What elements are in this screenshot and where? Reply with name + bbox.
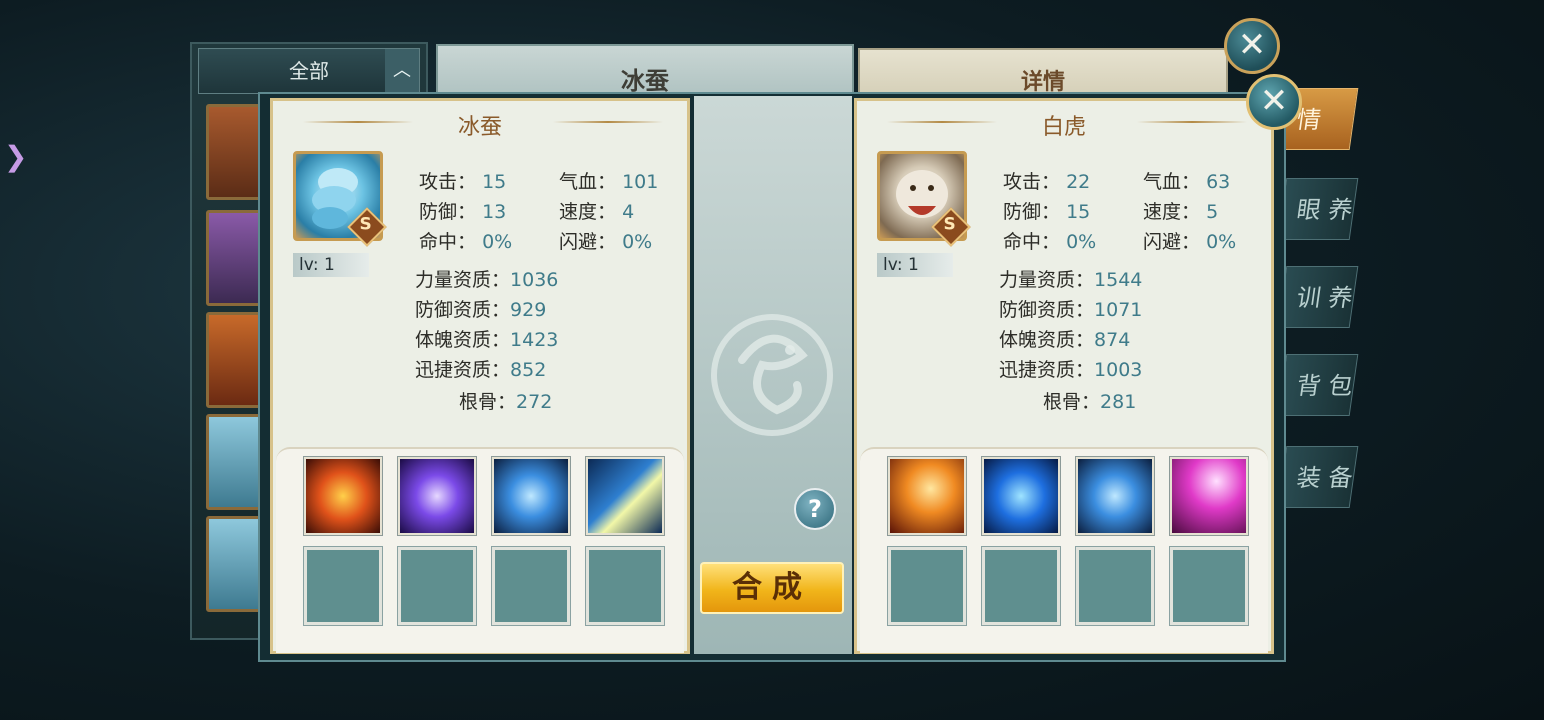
tab-train[interactable]: 训 养 bbox=[1277, 266, 1359, 328]
background-close-button[interactable]: ✕ bbox=[1224, 18, 1280, 74]
left-skill-grid bbox=[276, 447, 684, 653]
empty-skill-slot[interactable] bbox=[1169, 546, 1249, 626]
fire-swirl-skill-icon[interactable] bbox=[303, 456, 383, 536]
stat-speed: 速度： 5 bbox=[1143, 201, 1219, 223]
stat-root-bone: 根骨：281 bbox=[1043, 391, 1137, 413]
combine-label: 合成 bbox=[732, 570, 812, 605]
expand-arrow-icon[interactable]: ❯ bbox=[4, 140, 27, 173]
stat-strength-aptitude: 力量资质：1544 bbox=[999, 269, 1143, 291]
empty-skill-slot[interactable] bbox=[397, 546, 477, 626]
rank-text: S bbox=[359, 214, 372, 235]
right-pet-level: lv: 1 bbox=[877, 253, 953, 277]
water-heart-skill-icon[interactable] bbox=[491, 456, 571, 536]
list-pet-slot[interactable] bbox=[206, 414, 264, 510]
help-button[interactable]: ? bbox=[794, 488, 836, 530]
close-button[interactable]: ✕ bbox=[1246, 74, 1302, 130]
blue-beast-skill-icon[interactable] bbox=[981, 456, 1061, 536]
empty-skill-slot[interactable] bbox=[1075, 546, 1155, 626]
chevron-up-icon[interactable]: ︿ bbox=[385, 49, 419, 93]
question-icon: ? bbox=[808, 495, 822, 523]
background-title-text: 冰蚕 bbox=[621, 67, 669, 95]
stat-speed: 速度： 4 bbox=[559, 201, 635, 223]
stat-strength-aptitude: 力量资质：1036 bbox=[415, 269, 559, 291]
rank-text: S bbox=[943, 214, 956, 235]
stat-constitution-aptitude: 体魄资质：874 bbox=[999, 329, 1131, 351]
stat-defense-aptitude: 防御资质：929 bbox=[415, 299, 547, 321]
stat-root-bone: 根骨：272 bbox=[459, 391, 553, 413]
dragon-emblem-icon bbox=[711, 314, 833, 436]
stat-attack: 攻击： 15 bbox=[419, 171, 507, 193]
stat-agility-aptitude: 迅捷资质：1003 bbox=[999, 359, 1143, 381]
empty-skill-slot[interactable] bbox=[303, 546, 383, 626]
tab-bag-label: 背 包 bbox=[1294, 372, 1355, 400]
moon-lightning-skill-icon[interactable] bbox=[585, 456, 665, 536]
stat-dodge: 闪避： 0% bbox=[1143, 231, 1237, 253]
list-pet-slot[interactable] bbox=[206, 210, 264, 306]
stat-hit: 命中： 0% bbox=[419, 231, 513, 253]
empty-skill-slot[interactable] bbox=[887, 546, 967, 626]
stat-defense: 防御： 15 bbox=[1003, 201, 1091, 223]
close-icon: ✕ bbox=[1237, 25, 1267, 65]
tab-equip-label: 装 备 bbox=[1294, 464, 1355, 492]
stat-defense: 防御： 13 bbox=[419, 201, 507, 223]
empty-skill-slot[interactable] bbox=[585, 546, 665, 626]
combine-button[interactable]: 合成 bbox=[700, 562, 844, 614]
list-pet-slot[interactable] bbox=[206, 516, 264, 612]
stat-hp: 气血： 63 bbox=[1143, 171, 1231, 193]
stat-constitution-aptitude: 体魄资质：1423 bbox=[415, 329, 559, 351]
left-pet-name: 冰蚕 bbox=[457, 115, 502, 140]
stat-agility-aptitude: 迅捷资质：852 bbox=[415, 359, 547, 381]
tab-raise-label: 眼 养 bbox=[1294, 196, 1355, 224]
stat-hit: 命中： 0% bbox=[1003, 231, 1097, 253]
pink-lightning-skill-icon[interactable] bbox=[1169, 456, 1249, 536]
close-icon: ✕ bbox=[1259, 81, 1289, 121]
filter-label: 全部 bbox=[289, 59, 329, 83]
right-pet-name: 白虎 bbox=[1041, 115, 1086, 140]
right-pet-panel: 白虎 S lv: 1 攻击： 22 气血： 63 防御： 15 速度： 5 命中… bbox=[854, 98, 1274, 654]
empty-skill-slot[interactable] bbox=[491, 546, 571, 626]
stat-hp: 气血： 101 bbox=[559, 171, 659, 193]
left-pet-level: lv: 1 bbox=[293, 253, 369, 277]
tab-bag[interactable]: 背 包 bbox=[1277, 354, 1359, 416]
stat-defense-aptitude: 防御资质：1071 bbox=[999, 299, 1143, 321]
left-pet-panel: 冰蚕 S lv: 1 攻击： 15 气血： 101 防御： 13 速度： 4 命… bbox=[270, 98, 690, 654]
right-skill-grid bbox=[860, 447, 1268, 653]
purple-vortex-skill-icon[interactable] bbox=[397, 456, 477, 536]
stat-attack: 攻击： 22 bbox=[1003, 171, 1091, 193]
list-pet-slot[interactable] bbox=[206, 312, 264, 408]
tab-equip[interactable]: 装 备 bbox=[1277, 446, 1359, 508]
water-heart-skill-icon[interactable] bbox=[1075, 456, 1155, 536]
stat-dodge: 闪避： 0% bbox=[559, 231, 653, 253]
phoenix-fire-skill-icon[interactable] bbox=[887, 456, 967, 536]
tab-raise[interactable]: 眼 养 bbox=[1277, 178, 1359, 240]
pet-list-filter[interactable]: 全部 ︿ bbox=[198, 48, 420, 94]
list-pet-slot[interactable] bbox=[206, 104, 264, 200]
empty-skill-slot[interactable] bbox=[981, 546, 1061, 626]
tab-train-label: 训 养 bbox=[1294, 284, 1355, 312]
